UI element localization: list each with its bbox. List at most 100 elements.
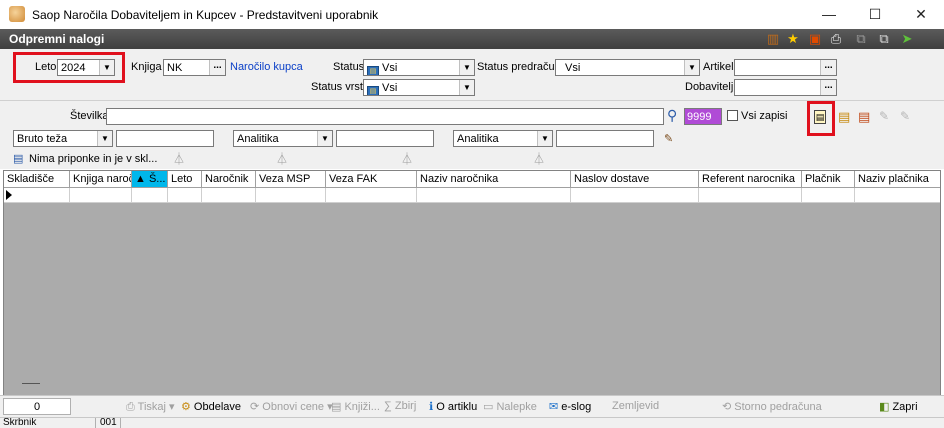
app-logo-icon [9, 6, 25, 22]
bruto-teza-value: Bruto teža [17, 133, 68, 145]
zapri-button[interactable]: ◧ Zapri [879, 400, 918, 413]
orders-grid[interactable]: Skladišče Knjiga naročila ▲ Š... Leto Na… [3, 170, 941, 403]
analitika1-select[interactable]: Analitika ▼ [233, 130, 333, 147]
column-header[interactable]: Naslov dostave [571, 171, 699, 187]
column-header[interactable]: Veza MSP [256, 171, 326, 187]
column-header-sorted[interactable]: ▲ Š... [132, 171, 168, 187]
status-user: Skrbnik [3, 417, 37, 428]
print-icon[interactable]: ⎙ [828, 31, 844, 47]
table-cell[interactable] [802, 188, 855, 202]
ellipsis-icon[interactable]: ... [209, 60, 225, 75]
filter-icon[interactable]: ⏃ [275, 152, 289, 166]
favorite-star-icon[interactable]: ★ [785, 31, 801, 47]
column-header[interactable]: Skladišče [4, 171, 70, 187]
table-cell[interactable] [132, 188, 168, 202]
table-cell[interactable] [202, 188, 256, 202]
stevilka-input[interactable] [106, 108, 664, 125]
edit-document-icon[interactable]: ▤ [838, 109, 850, 125]
close-door-icon: ◧ [879, 401, 893, 413]
splitter-handle[interactable] [22, 383, 40, 384]
table-row[interactable] [4, 188, 940, 203]
attachment-filter-icon[interactable]: ▤ [13, 152, 23, 165]
zemljevid-label: Zemljevid [612, 400, 660, 412]
leto-value: 2024 [61, 62, 86, 74]
e-slog-button[interactable]: ✉ e-slog [549, 400, 591, 413]
filter-icon[interactable]: ⏃ [400, 152, 414, 166]
status-vrstic-list-icon: ▤ [367, 86, 379, 95]
search-icon[interactable]: ⚲ [667, 107, 677, 124]
table-cell[interactable] [855, 188, 940, 202]
status-list-icon: ▤ [367, 66, 379, 75]
chevron-down-icon[interactable]: ▼ [317, 131, 332, 146]
column-header[interactable]: Veza FAK [326, 171, 417, 187]
status-vrstic-label: Status vrstic [311, 81, 371, 93]
refresh-price-icon: ⟳ [250, 401, 263, 413]
post-icon: ▤ [331, 401, 345, 413]
minimize-button[interactable]: — [806, 0, 852, 29]
chevron-down-icon[interactable]: ▼ [459, 80, 474, 95]
column-header[interactable]: Knjiga naročila [70, 171, 132, 187]
chevron-down-icon[interactable]: ▼ [97, 131, 112, 146]
status-select[interactable]: ▤ Vsi ▼ [363, 59, 475, 76]
leto-select[interactable]: 2024 ▼ [57, 59, 115, 76]
maximize-button[interactable]: ☐ [852, 0, 898, 29]
column-header[interactable]: Referent narocnika [699, 171, 802, 187]
table-cell[interactable] [70, 188, 132, 202]
table-cell[interactable] [4, 188, 70, 202]
vsi-zapisi-checkbox[interactable] [727, 110, 738, 121]
clear-filter-icon[interactable]: ✎ [664, 132, 673, 145]
analitika2-input[interactable] [556, 130, 654, 147]
new-document-icon[interactable]: ▤ [814, 110, 826, 124]
knjiga-link[interactable]: Naročilo kupca [230, 61, 303, 73]
exit-icon[interactable]: ➤ [899, 31, 915, 47]
copy-icon[interactable]: ⧉ [853, 31, 869, 47]
export-icon[interactable]: ⧉ [876, 31, 892, 47]
filter-icon[interactable]: ⏃ [532, 152, 546, 166]
table-cell[interactable] [256, 188, 326, 202]
filter-icon[interactable]: ⏃ [172, 152, 186, 166]
table-cell[interactable] [571, 188, 699, 202]
chevron-down-icon[interactable]: ▼ [537, 131, 552, 146]
artikel-field[interactable]: ... [734, 59, 837, 76]
knjiga-field[interactable]: NK ... [163, 59, 226, 76]
disabled-edit2-icon: ✎ [900, 109, 911, 123]
status-vrstic-select[interactable]: ▤ Vsi ▼ [363, 79, 475, 96]
o-artiklu-button[interactable]: ℹ O artiklu [429, 400, 477, 413]
close-button[interactable]: ✕ [898, 0, 944, 29]
record-count: 0 [3, 398, 71, 415]
column-header[interactable]: Plačnik [802, 171, 855, 187]
ellipsis-icon[interactable]: ... [820, 80, 836, 95]
analitika2-select[interactable]: Analitika ▼ [453, 130, 553, 147]
analitika1-input[interactable] [336, 130, 434, 147]
limit-value: 9999 [687, 111, 712, 123]
column-header[interactable]: Leto [168, 171, 202, 187]
delete-document-icon[interactable]: ▤ [858, 109, 870, 125]
column-header[interactable]: Naročnik [202, 171, 256, 187]
columns-icon[interactable]: ▥ [765, 31, 781, 47]
status-predracuna-select[interactable]: Vsi ▼ [555, 59, 700, 76]
o-artiklu-label: O artiklu [436, 401, 478, 413]
column-header[interactable]: Naziv naročnika [417, 171, 571, 187]
table-cell[interactable] [326, 188, 417, 202]
bruto-teza-input[interactable] [116, 130, 214, 147]
pdf-icon[interactable]: ▣ [807, 31, 823, 47]
limit-spinner[interactable]: 9999 [684, 108, 722, 125]
chevron-down-icon[interactable]: ▼ [684, 60, 699, 75]
dobavitelj-field[interactable]: ... [734, 79, 837, 96]
module-title: Odpremni nalogi [9, 32, 105, 46]
priponke-filter-label[interactable]: Nima priponke in je v skl... [29, 153, 157, 165]
filter-panel: Leto 2024 ▼ Knjiga NK ... Naročilo kupca… [0, 49, 944, 100]
sort-arrow-icon: ▲ [135, 173, 146, 185]
chevron-down-icon[interactable]: ▼ [459, 60, 474, 75]
table-cell[interactable] [417, 188, 571, 202]
table-cell[interactable] [168, 188, 202, 202]
obdelave-button[interactable]: ⚙ Obdelave [181, 400, 241, 413]
table-cell[interactable] [699, 188, 802, 202]
chevron-down-icon[interactable]: ▼ [99, 60, 114, 75]
nalepke-button: ▭ Nalepke [483, 400, 537, 413]
status-code: 001 [95, 418, 117, 428]
zapri-label: Zapri [892, 401, 918, 413]
ellipsis-icon[interactable]: ... [820, 60, 836, 75]
bruto-teza-select[interactable]: Bruto teža ▼ [13, 130, 113, 147]
column-header[interactable]: Naziv plačnika [855, 171, 940, 187]
